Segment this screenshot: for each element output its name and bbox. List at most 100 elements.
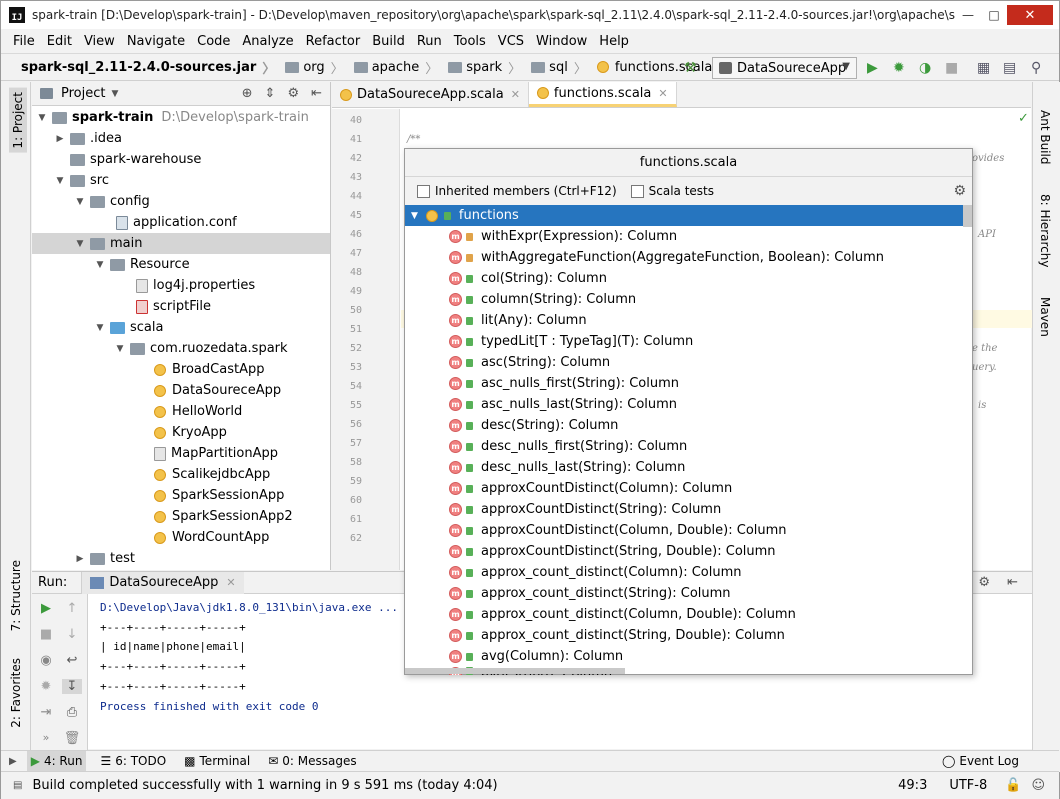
structure-member[interactable]: m asc_nulls_first(String): Column bbox=[405, 373, 972, 394]
structure-member[interactable]: m column(String): Column bbox=[405, 289, 972, 310]
caret-position[interactable]: 49:3 bbox=[898, 778, 927, 793]
menu-view[interactable]: View bbox=[78, 34, 121, 49]
menu-file[interactable]: File bbox=[7, 34, 41, 49]
breadcrumb-apache[interactable]: apache 〉 bbox=[348, 58, 438, 77]
maximize-button[interactable]: □ bbox=[981, 5, 1007, 25]
run-icon[interactable]: ▶ bbox=[867, 60, 878, 76]
status-panel-icon[interactable]: ▤ bbox=[13, 780, 22, 791]
menu-vcs[interactable]: VCS bbox=[492, 34, 530, 49]
console-output[interactable]: D:\Develop\Java\jdk1.8.0_131\bin\java.ex… bbox=[100, 598, 398, 716]
inherited-members-checkbox[interactable] bbox=[417, 184, 430, 198]
run-tab-datasoureceapp[interactable]: DataSoureceApp ✕ bbox=[81, 571, 244, 594]
menu-analyze[interactable]: Analyze bbox=[236, 34, 299, 49]
up-arrow-icon[interactable]: ↑ bbox=[62, 601, 82, 616]
coverage-icon[interactable]: ◑ bbox=[919, 60, 931, 76]
breadcrumb-org[interactable]: org 〉 bbox=[279, 58, 344, 77]
menu-tools[interactable]: Tools bbox=[448, 34, 492, 49]
popup-horizontal-scrollbar[interactable] bbox=[405, 668, 625, 674]
structure-member[interactable]: m approxCountDistinct(String, Double): Co… bbox=[405, 541, 972, 562]
project-view-select[interactable]: Project bbox=[61, 86, 105, 101]
tree-item-package[interactable]: ▼ com.ruozedata.spark bbox=[32, 338, 330, 359]
tab-todo[interactable]: ☰ 6: TODO bbox=[96, 751, 170, 771]
structure-member[interactable]: m typedLit[T : TypeTag](T): Column bbox=[405, 331, 972, 352]
tree-item-class[interactable]: KryoApp bbox=[32, 422, 330, 443]
menu-navigate[interactable]: Navigate bbox=[121, 34, 191, 49]
tree-item-src[interactable]: ▼ src bbox=[32, 170, 330, 191]
build-hammer-icon[interactable]: ⚒ bbox=[684, 60, 697, 76]
tree-item-resource[interactable]: ▼ Resource bbox=[32, 254, 330, 275]
structure-member[interactable]: m col(String): Column bbox=[405, 268, 972, 289]
tab-functions-scala[interactable]: functions.scala ✕ bbox=[528, 82, 677, 107]
stop-icon[interactable]: ■ bbox=[945, 60, 958, 76]
more-icon[interactable]: » bbox=[36, 731, 56, 744]
soft-wrap-icon[interactable]: ↩ bbox=[62, 653, 82, 668]
file-encoding[interactable]: UTF-8 bbox=[949, 778, 987, 793]
structure-member[interactable]: m lit(Any): Column bbox=[405, 310, 972, 331]
structure-member[interactable]: m withAggregateFunction(AggregateFunction… bbox=[405, 247, 972, 268]
structure-member[interactable]: m asc(String): Column bbox=[405, 352, 972, 373]
structure-root-functions[interactable]: ▼ functions bbox=[405, 205, 972, 226]
menu-build[interactable]: Build bbox=[366, 34, 411, 49]
tab-project[interactable]: 1: Project bbox=[9, 88, 27, 153]
project-structure-icon[interactable]: ▦ bbox=[977, 60, 990, 76]
tab-terminal[interactable]: ▩ Terminal bbox=[180, 751, 254, 771]
tree-item-log4j[interactable]: log4j.properties bbox=[32, 275, 330, 296]
structure-member[interactable]: m approx_count_distinct(String, Double): … bbox=[405, 625, 972, 646]
tree-item-scala[interactable]: ▼ scala bbox=[32, 317, 330, 338]
close-tab-icon[interactable]: ✕ bbox=[226, 576, 235, 589]
menu-refactor[interactable]: Refactor bbox=[300, 34, 367, 49]
inspector-icon[interactable]: ☺ bbox=[1031, 778, 1045, 793]
hide-icon[interactable]: ⇤ bbox=[311, 86, 322, 101]
camera-icon[interactable]: ◉ bbox=[36, 653, 56, 668]
tab-maven[interactable]: Maven bbox=[1038, 297, 1052, 337]
gear-icon[interactable]: ⚙ bbox=[287, 86, 299, 101]
popup-vertical-scrollbar[interactable] bbox=[963, 205, 972, 227]
tab-messages[interactable]: ✉ 0: Messages bbox=[264, 751, 360, 771]
structure-member[interactable]: m approx_count_distinct(Column): Column bbox=[405, 562, 972, 583]
structure-member[interactable]: m desc_nulls_last(String): Column bbox=[405, 457, 972, 478]
panel-toggle-icon[interactable]: ▶ bbox=[9, 756, 17, 767]
structure-member[interactable]: m approxCountDistinct(Column): Column bbox=[405, 478, 972, 499]
minimize-button[interactable]: — bbox=[955, 5, 981, 25]
tree-item-config[interactable]: ▼ config bbox=[32, 191, 330, 212]
close-tab-icon[interactable]: ✕ bbox=[658, 87, 667, 100]
hide-panel-icon[interactable]: ⇤ bbox=[1007, 575, 1018, 590]
tree-item-main[interactable]: ▼ main bbox=[32, 233, 330, 254]
structure-member[interactable]: m desc(String): Column bbox=[405, 415, 972, 436]
structure-member[interactable]: m asc_nulls_last(String): Column bbox=[405, 394, 972, 415]
structure-member[interactable]: m approx_count_distinct(String): Column bbox=[405, 583, 972, 604]
tree-item-application-conf[interactable]: application.conf bbox=[32, 212, 330, 233]
print-icon[interactable]: ⎙ bbox=[62, 705, 82, 720]
tree-item-class[interactable]: DataSoureceApp bbox=[32, 380, 330, 401]
tab-run[interactable]: ▶ 4: Run bbox=[26, 751, 87, 771]
tab-favorites[interactable]: 2: Favorites bbox=[9, 658, 23, 728]
tree-item-idea[interactable]: ▶ .idea bbox=[32, 128, 330, 149]
rerun-icon[interactable]: ▶ bbox=[36, 601, 56, 616]
down-arrow-icon[interactable]: ↓ bbox=[62, 627, 82, 642]
close-tab-icon[interactable]: ✕ bbox=[511, 88, 520, 101]
chevron-down-icon[interactable]: ▼ bbox=[111, 89, 118, 99]
close-button[interactable]: ✕ bbox=[1007, 5, 1053, 25]
locate-icon[interactable]: ⊕ bbox=[242, 86, 253, 101]
structure-member[interactable]: m approxCountDistinct(Column, Double): Co… bbox=[405, 520, 972, 541]
structure-member[interactable]: m desc_nulls_first(String): Column bbox=[405, 436, 972, 457]
tree-item-spark-warehouse[interactable]: spark-warehouse bbox=[32, 149, 330, 170]
menu-edit[interactable]: Edit bbox=[41, 34, 78, 49]
search-icon[interactable]: ⚲ bbox=[1031, 60, 1041, 76]
tab-hierarchy[interactable]: 8: Hierarchy bbox=[1038, 194, 1052, 268]
tab-ant-build[interactable]: Ant Build bbox=[1038, 110, 1052, 164]
status-message[interactable]: Build completed successfully with 1 warn… bbox=[32, 778, 497, 793]
debug-icon[interactable]: ✹ bbox=[893, 60, 905, 76]
structure-member[interactable]: m approxCountDistinct(String): Column bbox=[405, 499, 972, 520]
breadcrumb-sql[interactable]: sql 〉 bbox=[525, 58, 587, 77]
structure-member[interactable]: m approx_count_distinct(Column, Double): … bbox=[405, 604, 972, 625]
gear-icon[interactable]: ⚙ bbox=[978, 575, 990, 590]
breadcrumb-jar[interactable]: spark-sql_2.11-2.4.0-sources.jar 〉 bbox=[21, 58, 275, 77]
tab-datasoureceapp[interactable]: DataSoureceApp.scala ✕ bbox=[332, 82, 529, 107]
delete-icon[interactable]: 🗑 bbox=[62, 731, 82, 746]
scala-tests-checkbox[interactable] bbox=[630, 184, 644, 198]
run-configuration-select[interactable]: DataSoureceApp ▼ bbox=[712, 57, 857, 79]
tree-item-class[interactable]: MapPartitionApp bbox=[32, 443, 330, 464]
lock-icon[interactable]: 🔓 bbox=[1005, 778, 1021, 793]
tree-item-class[interactable]: WordCountApp bbox=[32, 527, 330, 548]
